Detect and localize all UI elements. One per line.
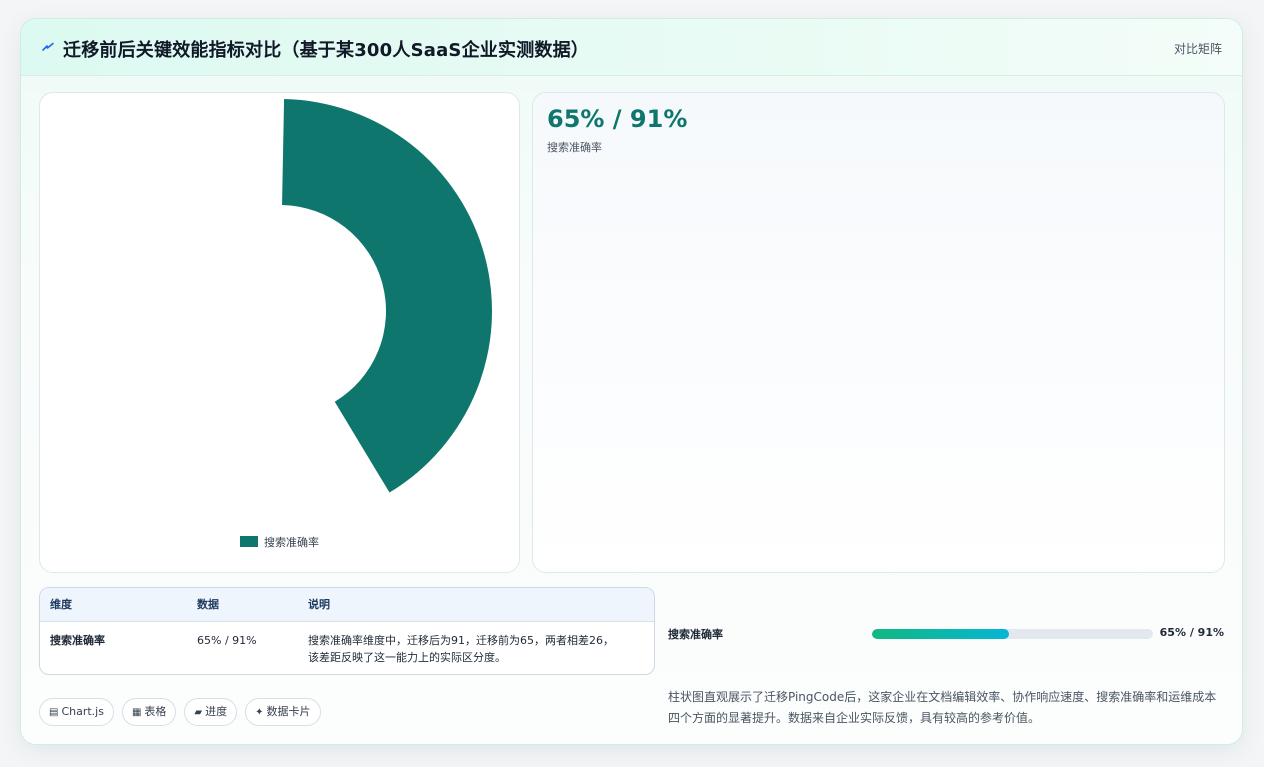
metric-value: 65% / 91% — [547, 105, 688, 133]
chip-label: Chart.js — [61, 705, 104, 718]
progress-value: 65% / 91% — [1159, 626, 1224, 639]
table-icon: ▦ — [131, 707, 142, 718]
card-header: 迁移前后关键效能指标对比（基于某300人SaaS企业实测数据） 对比矩阵 — [21, 19, 1242, 76]
metric-card-panel: 65% / 91% 搜索准确率 — [532, 92, 1225, 573]
progress-fill — [872, 629, 1010, 639]
data-table: 维度 数据 说明 搜索准确率 65% / 91% 搜索准确率维度中，迁移后为91… — [39, 587, 655, 675]
donut-chart — [67, 99, 493, 524]
comparison-card: 迁移前后关键效能指标对比（基于某300人SaaS企业实测数据） 对比矩阵 搜索准… — [20, 18, 1243, 745]
data-card-view-button[interactable]: ✦ 数据卡片 — [245, 698, 321, 726]
sparkle-icon: ✦ — [255, 707, 264, 718]
table-note-line: 该差距反映了这一能力上的实际区分度。 — [308, 650, 506, 664]
table-header-dimension: 维度 — [40, 588, 187, 622]
progress-track — [872, 629, 1153, 639]
table-cell-dimension: 搜索准确率 — [50, 633, 105, 647]
metric-label: 搜索准确率 — [547, 141, 602, 154]
chart-icon: ▤ — [49, 707, 59, 718]
table-header-data: 数据 — [187, 588, 298, 622]
chip-label: 进度 — [205, 705, 228, 718]
chart-description: 柱状图直观展示了迁移PingCode后，这家企业在文档编辑效率、协作响应速度、搜… — [668, 690, 1217, 725]
table-cell-note: 搜索准确率维度中，迁移后为91，迁移前为65，两者相差26， 该差距反映了这一能… — [298, 621, 654, 666]
table-row: 搜索准确率 65% / 91% 搜索准确率维度中，迁移后为91，迁移前为65，两… — [40, 621, 654, 666]
progress-icon: ▰ — [194, 707, 203, 718]
table-header-note: 说明 — [298, 588, 654, 622]
table-header-row: 维度 数据 说明 — [40, 588, 654, 622]
table-view-button[interactable]: ▦ 表格 — [121, 698, 177, 726]
compare-matrix-link[interactable]: 对比矩阵 — [1174, 40, 1222, 57]
view-switcher: ▤ Chart.js ▦ 表格 ▰ 进度 ✦ 数据卡片 — [39, 698, 329, 726]
legend-label: 搜索准确率 — [264, 536, 319, 549]
progress-view-button[interactable]: ▰ 进度 — [184, 698, 238, 726]
table-cell-data: 65% / 91% — [197, 633, 257, 647]
donut-chart-panel: 搜索准确率 — [39, 92, 520, 573]
card-body: 搜索准确率 65% / 91% 搜索准确率 维度 数据 说明 搜索准确率 65%… — [21, 76, 1242, 744]
chartjs-view-button[interactable]: ▤ Chart.js — [39, 698, 114, 726]
legend-swatch — [240, 536, 258, 547]
lightning-icon — [42, 42, 54, 51]
progress-row: 搜索准确率 65% / 91% — [668, 624, 1224, 644]
chip-label: 表格 — [144, 705, 167, 718]
chart-legend[interactable]: 搜索准确率 — [40, 534, 519, 550]
chip-label: 数据卡片 — [266, 705, 311, 718]
table-note-line: 搜索准确率维度中，迁移后为91，迁移前为65，两者相差26， — [308, 633, 614, 647]
progress-label: 搜索准确率 — [668, 628, 723, 641]
page-title: 迁移前后关键效能指标对比（基于某300人SaaS企业实测数据） — [63, 40, 589, 61]
